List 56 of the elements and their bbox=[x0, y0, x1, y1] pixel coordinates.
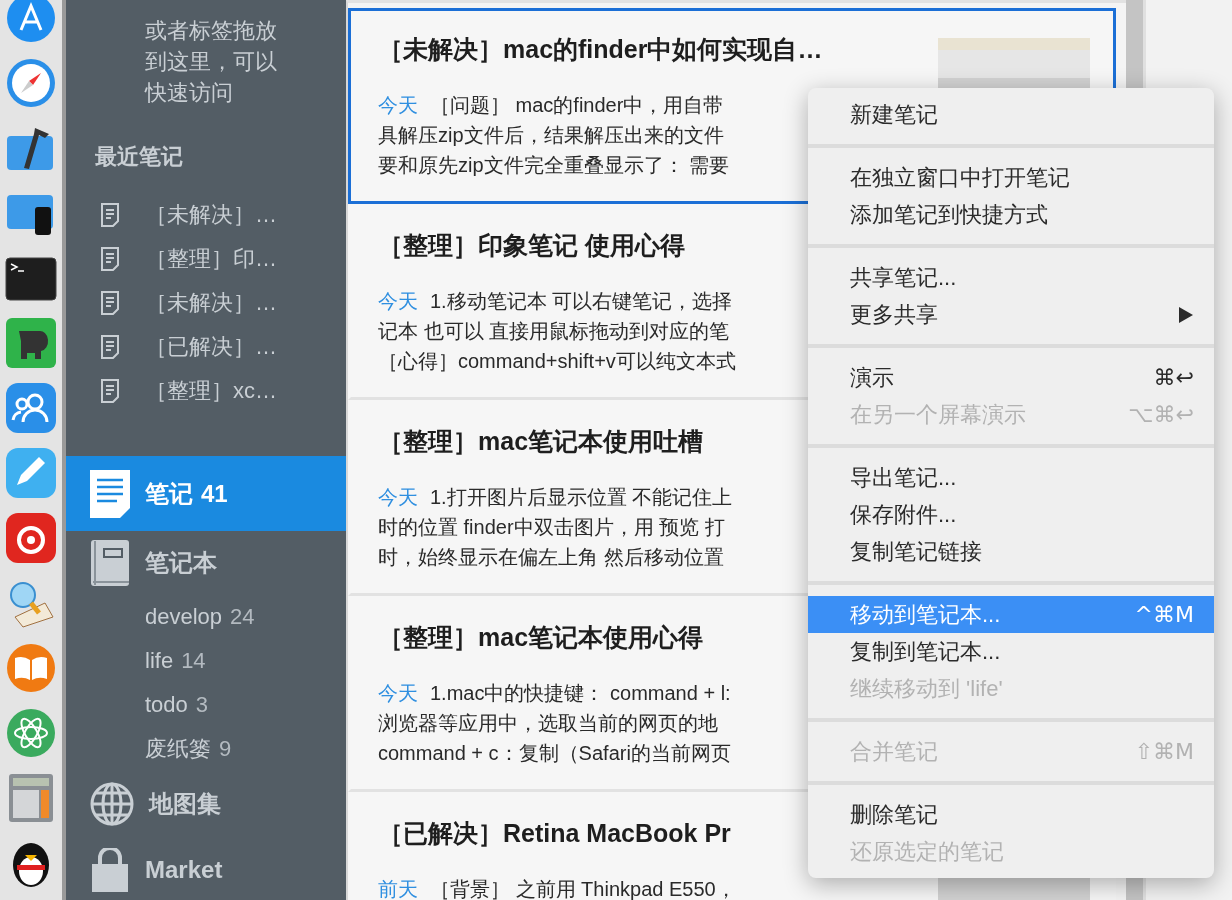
note-snippet: 要和原先zip文件完全重叠显示了： 需要 bbox=[378, 153, 730, 178]
section-title: 最近笔记 bbox=[95, 143, 184, 171]
note-snippet: 浏览器等应用中，选取当前的网页的地 bbox=[378, 711, 718, 736]
note-icon bbox=[100, 247, 120, 271]
atom-icon[interactable] bbox=[5, 707, 57, 759]
note-snippet: ［心得］command+shift+v可以纯文本式 bbox=[378, 349, 736, 374]
note-snippet: 1.移动笔记本 可以右键笔记，选择 bbox=[430, 289, 733, 314]
menu-item[interactable]: 删除笔记 bbox=[808, 796, 1214, 833]
notebook-item[interactable]: todo 3 bbox=[66, 683, 346, 727]
note-title: ［整理］mac笔记本使用心得 bbox=[378, 622, 704, 653]
globe-icon bbox=[90, 782, 134, 826]
letter-a-app-icon[interactable] bbox=[5, 0, 57, 44]
note-icon bbox=[100, 203, 120, 227]
note-title: ［已解决］Retina MacBook Pr bbox=[378, 818, 731, 849]
note-date: 今天 bbox=[378, 681, 418, 706]
sidebar-item[interactable]: 笔记本 bbox=[66, 531, 346, 595]
notebook-icon bbox=[90, 539, 130, 587]
note-title: ［整理］印象笔记 使用心得 bbox=[378, 230, 685, 261]
note-snippet: ［背景］ 之前用 Thinkpad E550， bbox=[430, 877, 736, 900]
note-title: ［整理］mac笔记本使用吐槽 bbox=[378, 426, 704, 457]
sidebar-item[interactable]: 地图集 bbox=[66, 771, 346, 837]
note-snippet: 记本 也可以 直接用鼠标拖动到对应的笔 bbox=[378, 319, 730, 344]
open-book-icon[interactable] bbox=[5, 642, 57, 694]
swirl-app-icon[interactable] bbox=[5, 512, 57, 564]
compass-icon[interactable] bbox=[5, 57, 57, 109]
note-date: 今天 bbox=[378, 289, 418, 314]
notebook-item[interactable]: life 14 bbox=[66, 639, 346, 683]
recent-note[interactable]: ［已解决］… bbox=[145, 332, 277, 362]
sidebar-item-selected[interactable]: 笔记 41 bbox=[66, 456, 346, 531]
note-date: 前天 bbox=[378, 877, 418, 900]
recent-note[interactable]: ［未解决］… bbox=[145, 200, 277, 230]
bag-icon bbox=[90, 848, 130, 892]
note-icon bbox=[100, 379, 120, 403]
shortcuts-hint: 或者标签拖放到这里，可以快速访问 bbox=[145, 17, 278, 107]
sidebar-item[interactable]: Market bbox=[66, 837, 346, 900]
note-snippet: 时的位置 finder中双击图片，用 预览 打 bbox=[378, 515, 725, 540]
note-snippet: 具解压zip文件后，结果解压出来的文件 bbox=[378, 123, 724, 148]
note-snippet: command + c：复制（Safari的当前网页 bbox=[378, 741, 731, 766]
menu-item[interactable]: 移动到笔记本... ^⌘M bbox=[808, 596, 1214, 633]
note-date: 今天 bbox=[378, 93, 418, 118]
note-snippet: 时，始终显示在偏左上角 然后移动位置 bbox=[378, 545, 724, 570]
note-icon bbox=[90, 469, 130, 518]
pencil-icon[interactable] bbox=[5, 447, 57, 499]
note-icon bbox=[100, 335, 120, 359]
recent-note[interactable]: ［未解决］… bbox=[145, 288, 277, 318]
notebook-item[interactable]: 废纸篓 9 bbox=[66, 727, 346, 771]
note-snippet: ［问题］ mac的finder中，用自带 bbox=[430, 93, 724, 118]
note-snippet: 1.mac中的快捷键： command + l: bbox=[430, 681, 731, 706]
recent-note[interactable]: ［整理］印… bbox=[145, 244, 277, 274]
people-icon[interactable] bbox=[5, 382, 57, 434]
notebook-item[interactable]: develop 24 bbox=[66, 595, 346, 639]
recent-note[interactable]: ［整理］xc… bbox=[145, 376, 277, 406]
note-icon bbox=[100, 291, 120, 315]
note-snippet: 1.打开图片后显示位置 不能记住上 bbox=[430, 485, 733, 510]
note-title: ［未解决］mac的finder中如何实现自… bbox=[378, 34, 823, 65]
note-date: 今天 bbox=[378, 485, 418, 510]
